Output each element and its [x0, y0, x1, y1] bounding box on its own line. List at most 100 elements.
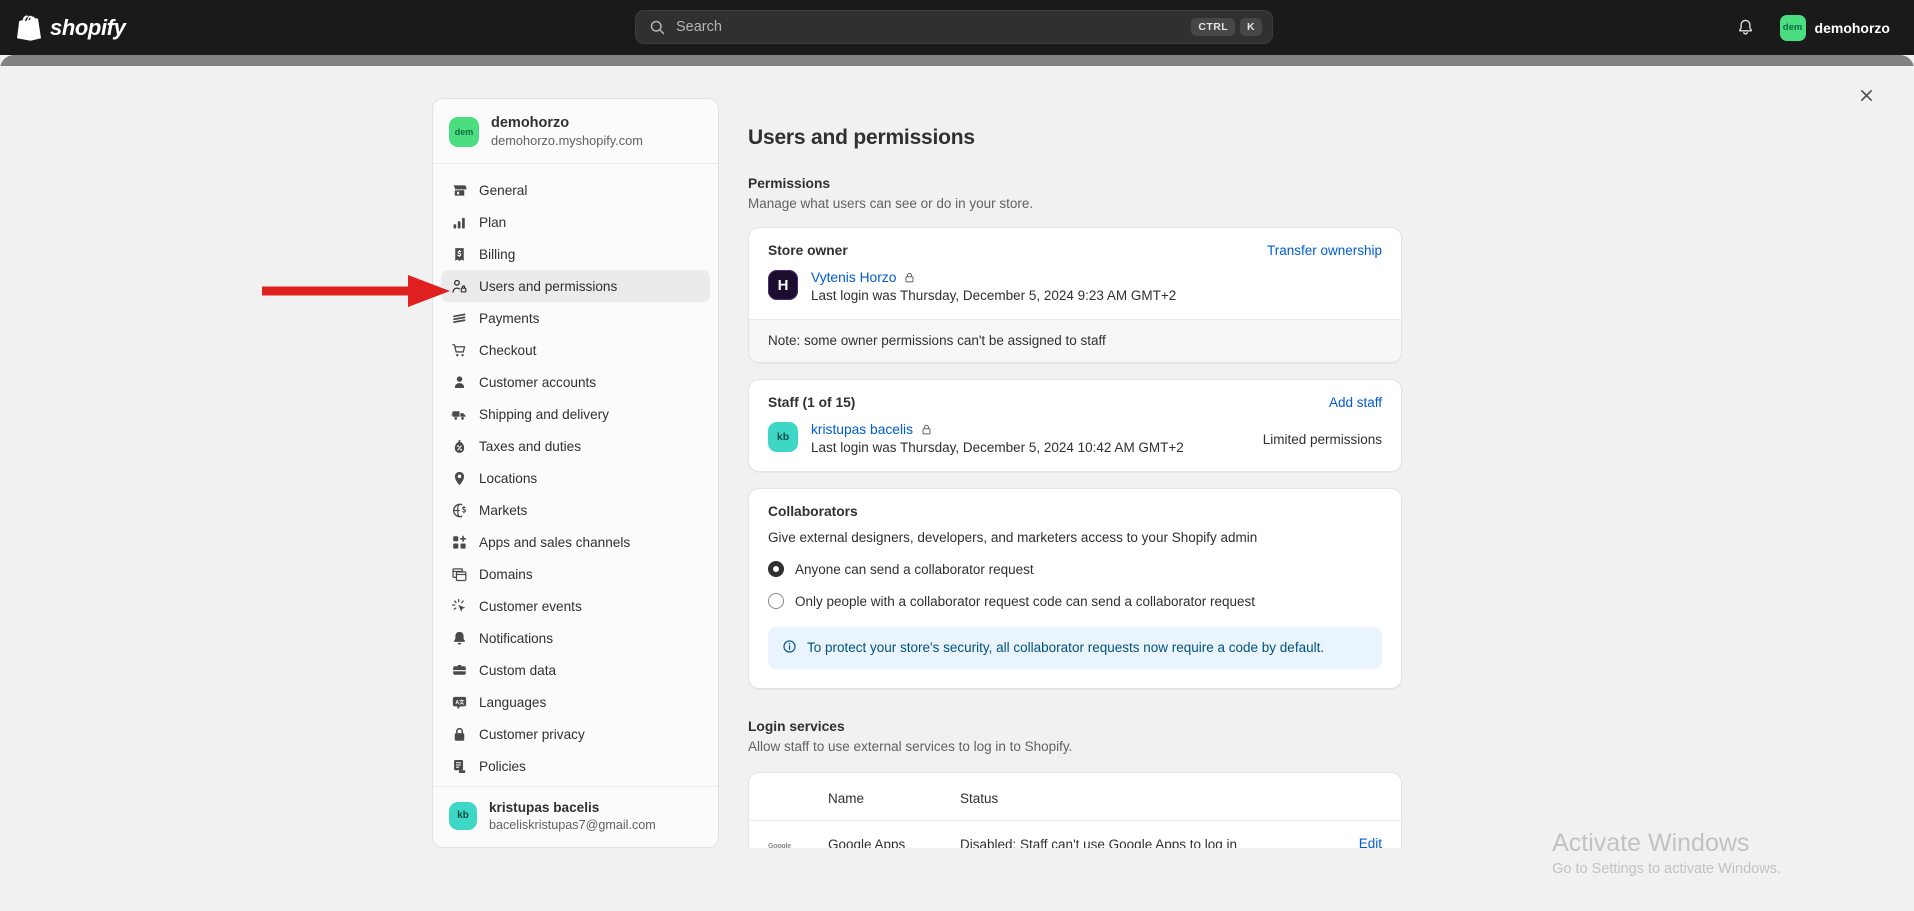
edit-login-service-link[interactable]: Edit: [1359, 836, 1382, 848]
google-logo-icon: Google: [768, 835, 828, 848]
sidebar-item-locations[interactable]: Locations: [441, 462, 710, 494]
staff-title: Staff (1 of 15): [768, 395, 855, 410]
sidebar-user-footer[interactable]: kb kristupas bacelis baceliskristupas7@g…: [433, 786, 718, 847]
sidebar-item-users-and-permissions[interactable]: Users and permissions: [441, 270, 710, 302]
store-owner-avatar: H: [768, 270, 798, 300]
sidebar-item-label: Domains: [479, 567, 533, 582]
sidebar-user-name: kristupas bacelis: [489, 799, 656, 817]
notifications-button[interactable]: [1729, 11, 1763, 45]
sidebar-item-taxes-and-duties[interactable]: Taxes and duties: [441, 430, 710, 462]
sidebar-item-label: Locations: [479, 471, 537, 486]
search-icon: [649, 19, 666, 36]
staff-card: Staff (1 of 15) Add staff kb kristupas b…: [748, 379, 1402, 472]
sidebar-item-shipping-and-delivery[interactable]: Shipping and delivery: [441, 398, 710, 430]
sidebar-item-languages[interactable]: A文 Languages: [441, 686, 710, 718]
page-title: Users and permissions: [748, 126, 1402, 150]
sidebar-item-payments[interactable]: Payments: [441, 302, 710, 334]
sidebar-item-general[interactable]: General: [441, 174, 710, 206]
close-icon: [1858, 87, 1875, 104]
info-icon: [782, 639, 797, 654]
kbd-k: K: [1240, 18, 1262, 37]
service-name: Google Apps: [828, 837, 960, 848]
globe-icon: [450, 501, 468, 519]
sidebar-item-notifications[interactable]: Notifications: [441, 622, 710, 654]
sidebar-item-checkout[interactable]: Checkout: [441, 334, 710, 366]
store-owner-header: Store owner Transfer ownership: [768, 243, 1382, 258]
close-settings-button[interactable]: [1851, 80, 1881, 110]
sidebar-item-label: Customer events: [479, 599, 582, 614]
shopify-wordmark: shopify: [50, 15, 125, 41]
store-owner-person: H Vytenis Horzo: [768, 270, 1382, 303]
sidebar-item-label: Billing: [479, 247, 515, 262]
sidebar-item-label: Custom data: [479, 663, 556, 678]
collaborator-option-label: Anyone can send a collaborator request: [795, 562, 1034, 577]
staff-name-row: kristupas bacelis: [811, 422, 1250, 437]
sidebar-item-label: Payments: [479, 311, 539, 326]
cart-icon: [450, 341, 468, 359]
add-staff-link[interactable]: Add staff: [1329, 395, 1382, 410]
staff-person-row: kb kristupas bacelis: [768, 422, 1382, 455]
sidebar-item-label: Checkout: [479, 343, 536, 358]
sidebar-item-label: Policies: [479, 759, 526, 774]
store-owner-last-login: Last login was Thursday, December 5, 202…: [811, 288, 1382, 303]
radio-unselected-icon: [768, 593, 784, 609]
sidebar-item-customer-events[interactable]: Customer events: [441, 590, 710, 622]
topbar-right-cluster: dem demohorzo: [1729, 0, 1898, 55]
sidebar-item-label: Taxes and duties: [479, 439, 581, 454]
sidebar-item-label: Customer accounts: [479, 375, 596, 390]
collaborator-option-code-required[interactable]: Only people with a collaborator request …: [768, 593, 1382, 609]
collaborators-title: Collaborators: [768, 504, 1382, 519]
sidebar-user-avatar: kb: [449, 802, 477, 830]
store-owner-name-link[interactable]: Vytenis Horzo: [811, 270, 896, 285]
store-account-name: demohorzo: [1815, 20, 1890, 36]
policy-icon: [450, 757, 468, 775]
store-owner-details: Vytenis Horzo Last login was Thursday, D…: [811, 270, 1382, 303]
sidebar-item-label: Plan: [479, 215, 506, 230]
login-services-table-header: Name Status: [749, 773, 1401, 821]
search-placeholder: Search: [676, 19, 1191, 35]
store-avatar: dem: [1780, 15, 1806, 41]
sidebar-item-domains[interactable]: Domains: [441, 558, 710, 590]
sidebar-item-customer-accounts[interactable]: Customer accounts: [441, 366, 710, 398]
store-owner-note: Note: some owner permissions can't be as…: [749, 319, 1401, 362]
sidebar-item-label: General: [479, 183, 527, 198]
staff-last-login: Last login was Thursday, December 5, 202…: [811, 440, 1250, 455]
login-services-title: Login services: [748, 719, 1402, 734]
lock-icon: [920, 423, 933, 436]
bell-icon: [450, 629, 468, 647]
bell-icon: [1736, 18, 1755, 37]
collaborator-option-anyone[interactable]: Anyone can send a collaborator request: [768, 561, 1382, 577]
language-icon: A文: [450, 693, 468, 711]
staff-details: kristupas bacelis Last login was Thursda…: [811, 422, 1250, 455]
shopify-logo[interactable]: shopify: [17, 14, 125, 41]
service-status: Disabled: Staff can't use Google Apps to…: [960, 837, 1322, 848]
sidebar-item-label: Apps and sales channels: [479, 535, 630, 550]
table-row: Google Google Apps Disabled: Staff can't…: [749, 821, 1401, 848]
store-owner-card: Store owner Transfer ownership H Vytenis…: [748, 227, 1402, 363]
sidebar-item-apps-and-sales-channels[interactable]: Apps and sales channels: [441, 526, 710, 558]
sidebar-item-markets[interactable]: Markets: [441, 494, 710, 526]
global-search-input[interactable]: Search CTRL K: [635, 10, 1273, 44]
collaborators-body: Collaborators Give external designers, d…: [749, 489, 1401, 688]
staff-name-link[interactable]: kristupas bacelis: [811, 422, 913, 437]
sidebar-item-label: Users and permissions: [479, 279, 617, 294]
sidebar-item-customer-privacy[interactable]: Customer privacy: [441, 718, 710, 750]
collaborator-banner-text: To protect your store's security, all co…: [807, 639, 1324, 657]
receipt-icon: [450, 245, 468, 263]
sidebar-item-billing[interactable]: Billing: [441, 238, 710, 270]
database-icon: [450, 661, 468, 679]
sidebar-store-domain: demohorzo.myshopify.com: [491, 133, 643, 150]
permissions-title: Permissions: [748, 176, 1402, 191]
transfer-ownership-link[interactable]: Transfer ownership: [1267, 243, 1382, 258]
lock-icon: [903, 271, 916, 284]
sidebar-item-custom-data[interactable]: Custom data: [441, 654, 710, 686]
sidebar-store-header[interactable]: dem demohorzo demohorzo.myshopify.com: [433, 99, 718, 164]
sidebar-item-plan[interactable]: Plan: [441, 206, 710, 238]
permissions-subtitle: Manage what users can see or do in your …: [748, 196, 1402, 211]
payment-icon: [450, 309, 468, 327]
store-account-button[interactable]: dem demohorzo: [1776, 11, 1898, 45]
store-owner-name-row: Vytenis Horzo: [811, 270, 1382, 285]
sidebar-item-policies[interactable]: Policies: [441, 750, 710, 782]
sidebar-item-label: Customer privacy: [479, 727, 585, 742]
sidebar-store-avatar: dem: [449, 117, 479, 147]
